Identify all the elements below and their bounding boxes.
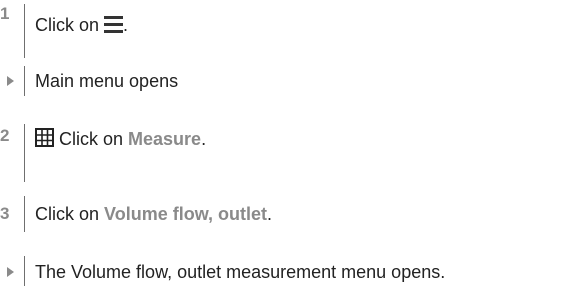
result-arrow-icon — [7, 76, 14, 86]
menu-item-keyword: Measure — [128, 129, 202, 149]
result-arrow-icon — [7, 267, 14, 277]
step-number: 2 — [0, 126, 10, 145]
instruction-period: . — [201, 129, 207, 149]
step-1: 1 Click on . — [0, 0, 584, 58]
step-text: Click on Volume flow, outlet. — [35, 203, 272, 225]
result-text: The Volume flow, outlet measurement menu… — [35, 262, 446, 282]
instruction-text: Click on — [35, 204, 105, 224]
step-divider — [24, 196, 25, 232]
instruction-text: Click on — [35, 15, 105, 35]
result-text: Main menu opens — [35, 71, 179, 91]
instruction-text: Click on — [54, 129, 129, 149]
grid-icon — [35, 128, 54, 152]
step-2: 2 Click on Measure. — [0, 120, 584, 182]
result-1: Main menu opens — [0, 66, 584, 96]
step-number: 3 — [0, 204, 10, 223]
step-3: 3 Click on Volume flow, outlet. — [0, 196, 584, 232]
step-divider — [24, 124, 25, 182]
result-2: The Volume flow, outlet measurement menu… — [0, 256, 584, 286]
instruction-period: . — [267, 204, 273, 224]
step-divider — [24, 66, 25, 96]
step-text: Click on . — [35, 14, 128, 38]
step-number: 1 — [0, 4, 10, 23]
step-divider — [24, 256, 25, 286]
hamburger-menu-icon — [104, 16, 124, 38]
menu-item-keyword: Volume flow, outlet — [104, 204, 268, 224]
instruction-period: . — [123, 15, 129, 35]
step-text: Click on Measure. — [35, 128, 206, 152]
step-divider — [24, 4, 25, 58]
